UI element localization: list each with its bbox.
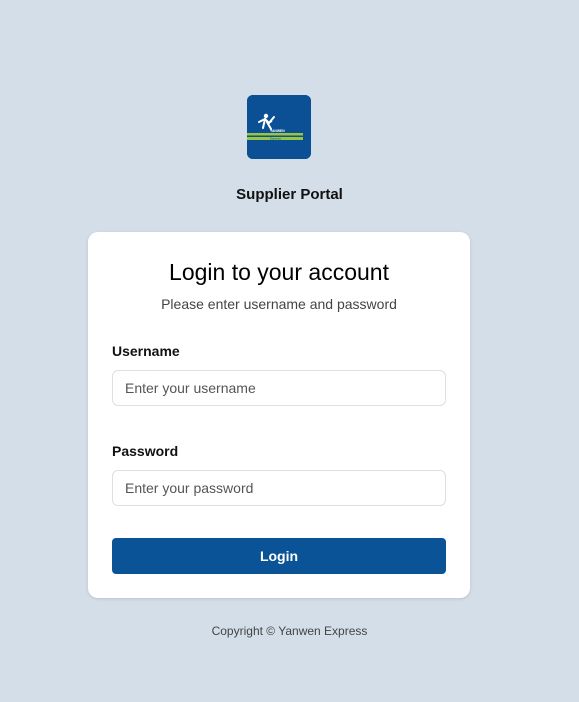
login-page: YANWEN Express Supplier Portal Login to … [0,0,579,702]
yanwen-logo-icon: YANWEN Express [247,95,311,159]
portal-title: Supplier Portal [236,186,343,203]
username-input[interactable] [112,370,446,406]
logo-subtext: Express [270,137,281,141]
yanwen-logo: YANWEN Express [247,95,311,159]
logo-text: YANWEN [270,129,285,133]
password-label: Password [112,443,179,459]
password-input[interactable] [112,470,446,506]
login-button[interactable]: Login [112,538,446,574]
username-label: Username [112,343,180,359]
login-card: Login to your account Please enter usern… [88,232,470,598]
card-title: Login to your account [169,259,389,285]
card-subtitle: Please enter username and password [161,296,397,312]
copyright-text: Copyright © Yanwen Express [211,624,368,638]
